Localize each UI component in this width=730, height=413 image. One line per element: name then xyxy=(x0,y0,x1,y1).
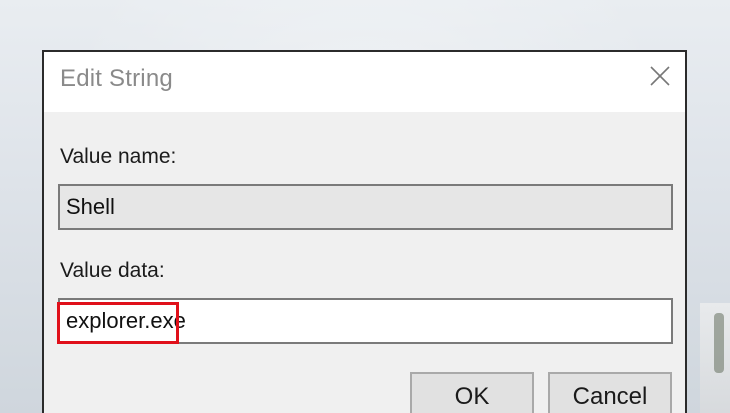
value-name-field[interactable]: Shell xyxy=(58,184,673,230)
close-icon xyxy=(650,66,670,86)
value-name-label: Value name: xyxy=(60,145,177,168)
cancel-button[interactable]: Cancel xyxy=(548,372,672,413)
value-data-text: explorer.exe xyxy=(66,308,186,333)
value-data-input[interactable]: explorer.exe xyxy=(58,298,673,344)
value-name-text: Shell xyxy=(66,194,115,219)
dialog-titlebar: Edit String xyxy=(44,52,685,112)
dialog-title: Edit String xyxy=(60,65,173,92)
edit-string-dialog: Edit String Value name: Shell Value data… xyxy=(42,50,687,413)
background-decor xyxy=(700,303,730,413)
close-button[interactable] xyxy=(645,60,675,92)
ok-button[interactable]: OK xyxy=(410,372,534,413)
value-data-label: Value data: xyxy=(60,259,165,282)
